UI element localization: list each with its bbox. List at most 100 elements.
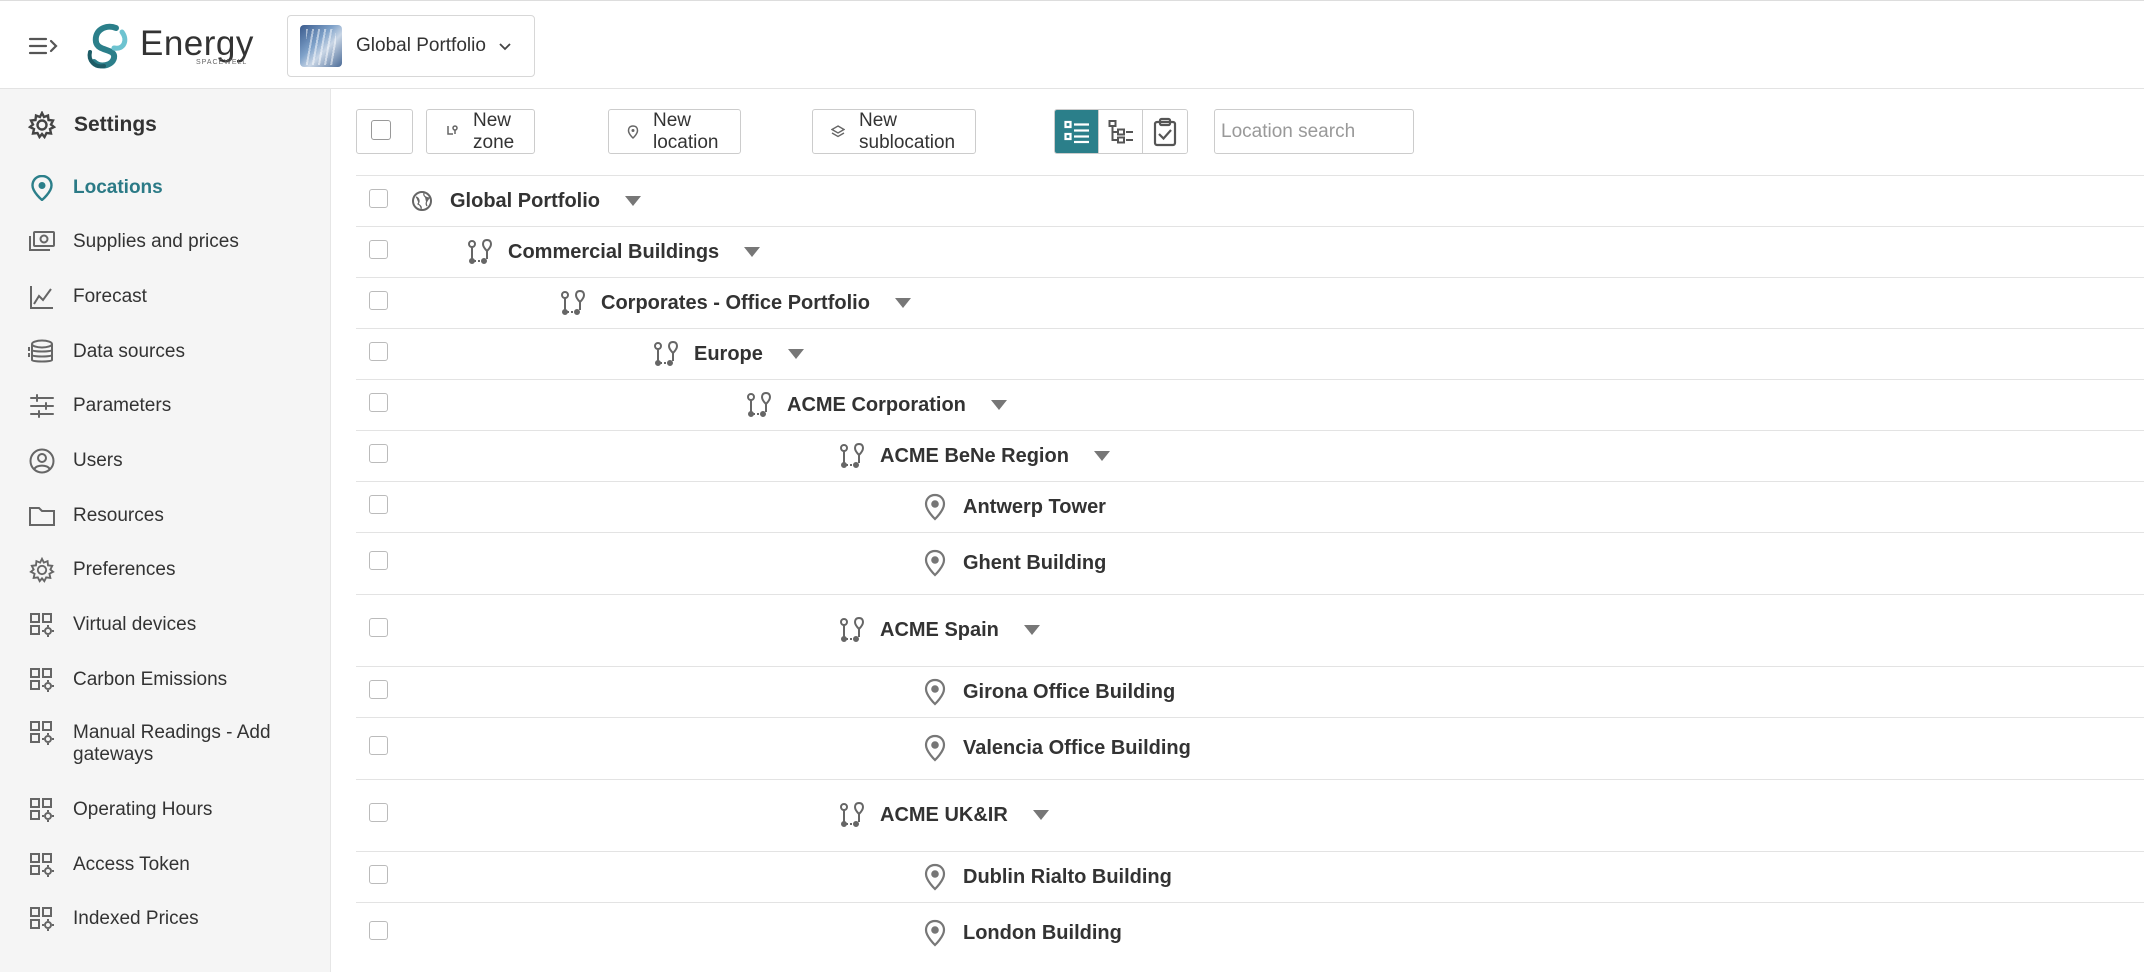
new-sublocation-label: New sublocation <box>859 109 956 153</box>
tree-node-zone[interactable]: Europe <box>652 340 805 368</box>
caret-down-icon[interactable] <box>1023 623 1041 637</box>
sidebar-item-virtual-devices[interactable]: Virtual devices <box>28 611 328 639</box>
tree-node-location[interactable]: Valencia Office Building <box>921 734 1191 762</box>
row-checkbox[interactable] <box>369 495 388 514</box>
tree-row[interactable]: London Building <box>356 902 2144 964</box>
row-checkbox[interactable] <box>369 240 388 259</box>
row-checkbox[interactable] <box>369 551 388 570</box>
caret-down-icon[interactable] <box>787 347 805 361</box>
sidebar-item-label: Carbon Emissions <box>73 669 228 690</box>
row-checkbox[interactable] <box>369 680 388 699</box>
sidebar-item-manual-readings[interactable]: Manual Readings - Add gateways <box>28 721 328 766</box>
sidebar-item-preferences[interactable]: Preferences <box>28 556 328 584</box>
tree-node-zone[interactable]: ACME BeNe Region <box>838 442 1111 470</box>
sidebar-item-label: Supplies and prices <box>73 231 239 252</box>
sidebar-item-locations[interactable]: Locations <box>28 174 328 202</box>
grid-gear-icon <box>28 666 56 694</box>
new-location-button[interactable]: New location <box>608 109 742 154</box>
tree-node-zone[interactable]: Commercial Buildings <box>466 238 761 266</box>
caret-down-icon[interactable] <box>1032 808 1050 822</box>
new-zone-label: New zone <box>473 109 515 153</box>
tree-node-zone[interactable]: Corporates - Office Portfolio <box>559 289 912 317</box>
list-view-button[interactable] <box>1055 110 1099 153</box>
row-checkbox[interactable] <box>369 803 388 822</box>
tree-view-button[interactable] <box>1099 110 1143 153</box>
tree-node-location[interactable]: Ghent Building <box>921 549 1106 577</box>
sidebar-item-parameters[interactable]: Parameters <box>28 392 328 420</box>
row-checkbox[interactable] <box>369 618 388 637</box>
tree-row[interactable]: Girona Office Building <box>356 666 2144 717</box>
row-checkbox[interactable] <box>369 189 388 208</box>
menu-toggle-icon[interactable] <box>28 31 58 61</box>
tree-node-label: ACME BeNe Region <box>880 444 1069 467</box>
tree-row[interactable]: ACME BeNe Region <box>356 430 2144 481</box>
tree-node-zone[interactable]: ACME Spain <box>838 616 1041 644</box>
tree-row[interactable]: ACME Spain <box>356 594 2144 666</box>
sidebar-item-operating-hours[interactable]: Operating Hours <box>28 796 328 824</box>
checklist-view-button[interactable] <box>1143 110 1187 153</box>
location-pin-icon <box>921 734 949 762</box>
caret-down-icon[interactable] <box>1093 449 1111 463</box>
tree-row[interactable]: Valencia Office Building <box>356 717 2144 779</box>
grid-gear-icon <box>28 905 56 933</box>
caret-down-icon[interactable] <box>624 194 642 208</box>
clipboard-check-icon <box>1153 117 1177 146</box>
settings-sidebar: Settings Locations Supplies and prices F… <box>0 89 331 972</box>
portfolio-name: Global Portfolio <box>356 35 486 56</box>
sidebar-item-resources[interactable]: Resources <box>28 502 328 530</box>
row-checkbox[interactable] <box>369 921 388 940</box>
sidebar-item-supplies-and-prices[interactable]: Supplies and prices <box>28 228 328 256</box>
sidebar-item-indexed-prices[interactable]: Indexed Prices <box>28 905 328 933</box>
sidebar-item-label: Forecast <box>73 286 147 307</box>
tree-node-location[interactable]: Dublin Rialto Building <box>921 863 1172 891</box>
tree-node-location[interactable]: Girona Office Building <box>921 678 1175 706</box>
row-checkbox[interactable] <box>369 342 388 361</box>
grid-gear-icon <box>28 796 56 824</box>
row-checkbox[interactable] <box>369 444 388 463</box>
layers-icon <box>831 124 845 139</box>
tree-row[interactable]: Global Portfolio <box>356 175 2144 226</box>
row-checkbox[interactable] <box>369 736 388 755</box>
tree-row[interactable]: Ghent Building <box>356 532 2144 594</box>
sidebar-item-forecast[interactable]: Forecast <box>28 283 328 311</box>
tree-row[interactable]: ACME UK&IR <box>356 779 2144 851</box>
row-checkbox[interactable] <box>369 865 388 884</box>
portfolio-selector[interactable]: Global Portfolio <box>287 15 535 77</box>
tree-node-zone[interactable]: ACME Corporation <box>745 391 1008 419</box>
tree-node-label: ACME UK&IR <box>880 803 1008 826</box>
tree-row[interactable]: Dublin Rialto Building <box>356 851 2144 902</box>
tree-node-label: Ghent Building <box>963 551 1107 574</box>
new-zone-button[interactable]: New zone <box>426 109 536 154</box>
new-sublocation-button[interactable]: New sublocation <box>812 109 977 154</box>
globe-icon <box>408 187 436 215</box>
row-checkbox[interactable] <box>369 291 388 310</box>
tree-row[interactable]: ACME Corporation <box>356 379 2144 430</box>
sidebar-item-label: Data sources <box>73 341 185 362</box>
tree-node-portfolio[interactable]: Global Portfolio <box>408 187 642 215</box>
location-search-input[interactable] <box>1214 109 1414 154</box>
energy-logo[interactable]: Energy SPACEWELL <box>86 21 254 71</box>
sidebar-item-users[interactable]: Users <box>28 447 328 475</box>
caret-down-icon[interactable] <box>894 296 912 310</box>
chevron-down-icon <box>499 43 511 51</box>
gear-icon <box>28 111 56 139</box>
caret-down-icon[interactable] <box>990 398 1008 412</box>
sidebar-item-access-token[interactable]: Access Token <box>28 851 328 879</box>
tree-node-zone[interactable]: ACME UK&IR <box>838 801 1050 829</box>
tree-node-location[interactable]: Antwerp Tower <box>921 493 1106 521</box>
grid-gear-icon <box>28 851 56 879</box>
tree-row[interactable]: Commercial Buildings <box>356 226 2144 277</box>
tree-row[interactable]: Europe <box>356 328 2144 379</box>
location-pin-icon <box>921 919 949 947</box>
tree-row[interactable]: Corporates - Office Portfolio <box>356 277 2144 328</box>
sidebar-item-carbon-emissions[interactable]: Carbon Emissions <box>28 666 328 694</box>
caret-down-icon[interactable] <box>743 245 761 259</box>
select-all-checkbox[interactable] <box>356 109 413 154</box>
sidebar-item-label: Preferences <box>73 559 176 580</box>
tree-node-label: ACME Spain <box>880 618 999 641</box>
tree-node-label: London Building <box>963 921 1122 944</box>
tree-row[interactable]: Antwerp Tower <box>356 481 2144 532</box>
sidebar-item-data-sources[interactable]: Data sources <box>28 338 328 366</box>
tree-node-location[interactable]: London Building <box>921 919 1122 947</box>
row-checkbox[interactable] <box>369 393 388 412</box>
